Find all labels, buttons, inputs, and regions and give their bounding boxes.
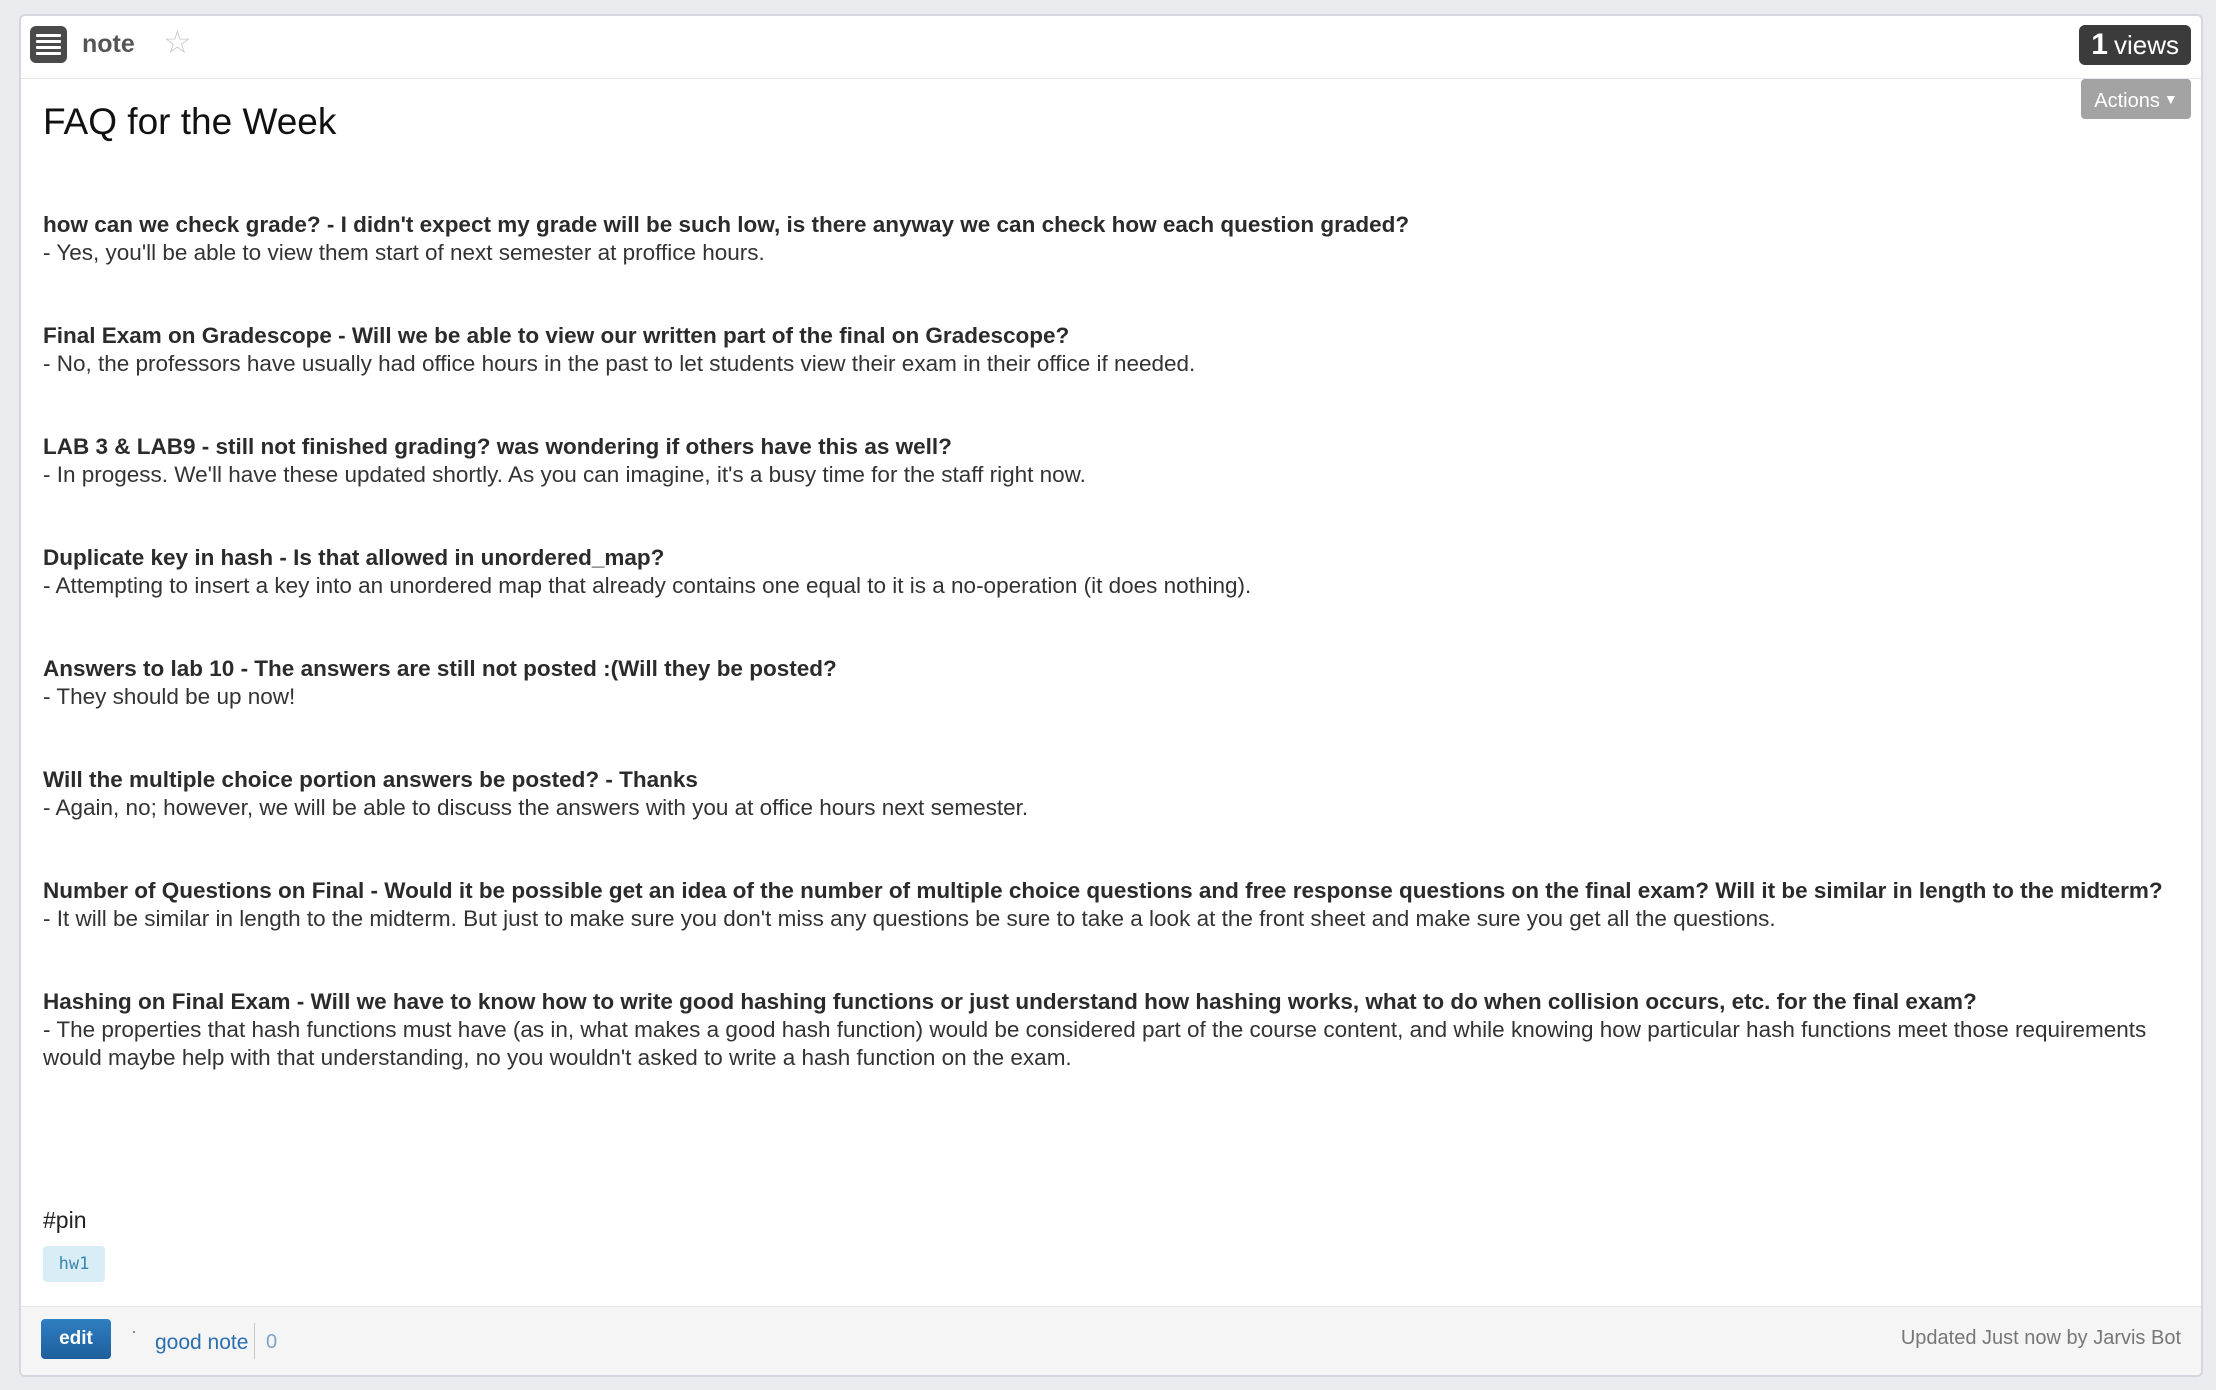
faq-item: LAB 3 & LAB9 - still not finished gradin…: [43, 433, 2183, 489]
faq-question: Number of Questions on Final - Would it …: [43, 878, 2163, 903]
faq-answer: - It will be similar in length to the mi…: [43, 906, 1776, 931]
post-title: FAQ for the Week: [43, 101, 337, 142]
faq-answer: - They should be up now!: [43, 684, 296, 709]
separator-dot: ·: [131, 1321, 137, 1341]
note-footer: edit · good note 0 Updated Just now by J…: [21, 1306, 2201, 1375]
actions-dropdown-button[interactable]: Actions ▼: [2081, 79, 2191, 119]
divider: [254, 1323, 255, 1359]
faq-answer: - Yes, you'll be able to view them start…: [43, 240, 765, 265]
views-count: 1: [2091, 28, 2108, 61]
star-icon[interactable]: ☆: [163, 26, 192, 58]
faq-question: Answers to lab 10 - The answers are stil…: [43, 656, 837, 681]
caret-down-icon: ▼: [2163, 91, 2178, 107]
folder-tag[interactable]: hw1: [43, 1246, 105, 1282]
faq-answer: - The properties that hash functions mus…: [43, 1017, 2147, 1070]
good-note-button[interactable]: good note: [155, 1331, 248, 1355]
faq-item: Duplicate key in hash - Is that allowed …: [43, 544, 2183, 600]
faq-question: Will the multiple choice portion answers…: [43, 767, 698, 792]
faq-item: Final Exam on Gradescope - Will we be ab…: [43, 322, 2183, 378]
post-type-label: note: [82, 30, 135, 58]
note-card: note ☆ 1 views Actions ▼ FAQ for the Week …: [19, 14, 2203, 1377]
note-header: note ☆ 1 views: [21, 16, 2201, 79]
faq-item: Hashing on Final Exam - Will we have to …: [43, 988, 2183, 1072]
faq-item: how can we check grade? - I didn't expec…: [43, 211, 2183, 267]
updated-status: Updated Just now by Jarvis Bot: [1900, 1327, 2181, 1349]
faq-item: Answers to lab 10 - The answers are stil…: [43, 655, 2183, 711]
edit-button[interactable]: edit: [41, 1319, 111, 1359]
faq-answer: - Again, no; however, we will be able to…: [43, 795, 1029, 820]
faq-question: how can we check grade? - I didn't expec…: [43, 212, 1410, 237]
good-note-count: 0: [266, 1331, 278, 1353]
faq-item: Number of Questions on Final - Would it …: [43, 877, 2183, 933]
faq-answer: - In progess. We'll have these updated s…: [43, 462, 1086, 487]
views-label: views: [2113, 30, 2179, 60]
faq-question: Hashing on Final Exam - Will we have to …: [43, 989, 1977, 1014]
faq-question: Duplicate key in hash - Is that allowed …: [43, 545, 665, 570]
faq-answer: - No, the professors have usually had of…: [43, 351, 1196, 376]
faq-answer: - Attempting to insert a key into an uno…: [43, 573, 1252, 598]
pin-hashtag: #pin: [43, 1207, 87, 1233]
faq-question: Final Exam on Gradescope - Will we be ab…: [43, 323, 1070, 348]
faq-question: LAB 3 & LAB9 - still not finished gradin…: [43, 434, 952, 459]
actions-label: Actions: [2094, 90, 2160, 112]
views-badge: 1 views: [2079, 25, 2191, 65]
faq-list: how can we check grade? - I didn't expec…: [43, 211, 2183, 1127]
faq-item: Will the multiple choice portion answers…: [43, 766, 2183, 822]
menu-icon[interactable]: [30, 26, 67, 63]
